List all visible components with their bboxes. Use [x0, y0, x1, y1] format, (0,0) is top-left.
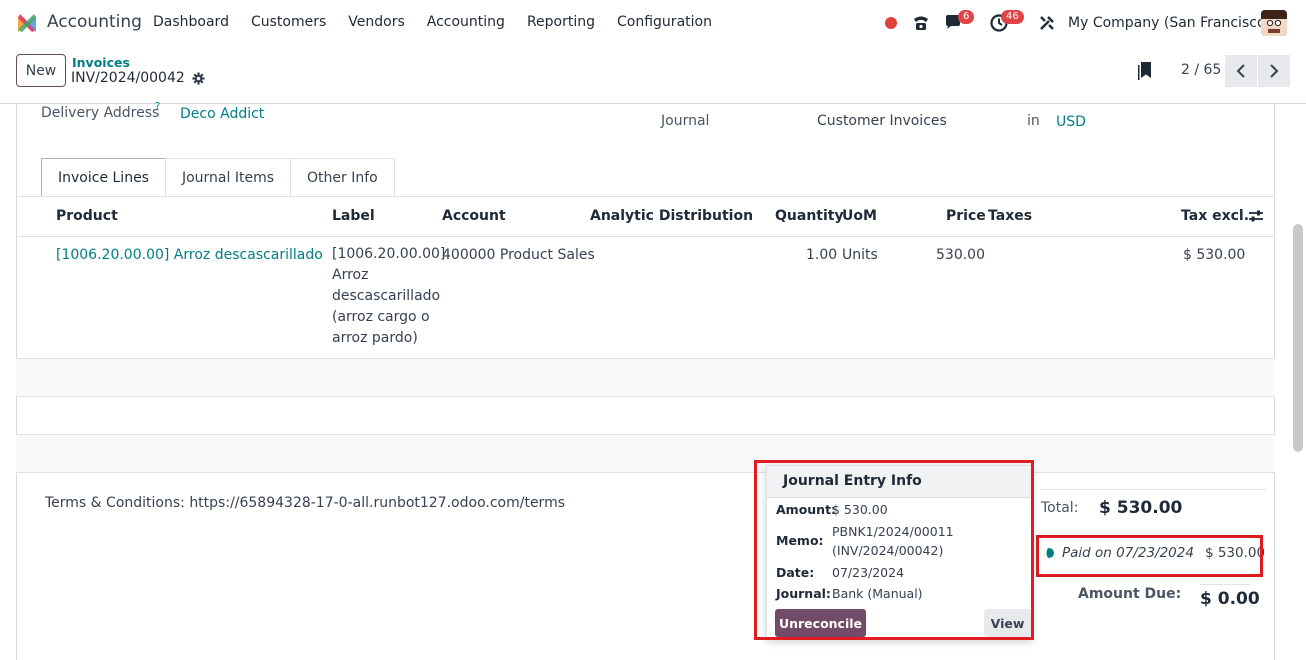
menu-customers[interactable]: Customers — [251, 14, 326, 30]
highlight-payment-box — [1036, 535, 1263, 577]
new-button[interactable]: New — [16, 54, 66, 87]
notebook-tabs: Invoice Lines Journal Items Other Info — [41, 158, 395, 197]
pager-previous-button[interactable] — [1225, 55, 1257, 87]
currency-value[interactable]: USD — [1056, 114, 1086, 130]
col-quantity[interactable]: Quantity — [775, 208, 844, 224]
empty-row — [16, 435, 1275, 472]
col-uom[interactable]: UoM — [842, 208, 877, 224]
row-label-line: arroz pardo) — [332, 330, 418, 346]
col-taxes[interactable]: Taxes — [988, 208, 1032, 224]
user-avatar[interactable] — [1261, 10, 1287, 36]
total-label: Total: — [1041, 500, 1079, 516]
messages-badge: 6 — [958, 10, 975, 24]
totals-top-border — [1040, 489, 1266, 490]
col-account[interactable]: Account — [442, 208, 506, 224]
breadcrumb-current: INV/2024/00042 — [71, 70, 205, 86]
pager-next-button[interactable] — [1258, 55, 1290, 87]
col-label[interactable]: Label — [332, 208, 375, 224]
amount-due-border — [1200, 584, 1250, 585]
amount-due-value: $ 0.00 — [1200, 589, 1260, 609]
delivery-address-value[interactable]: Deco Addict — [180, 106, 264, 122]
company-switcher[interactable]: My Company (San Francisco) — [1068, 15, 1271, 31]
row-border — [16, 396, 1275, 397]
col-tax-excl[interactable]: Tax excl. — [1181, 208, 1249, 224]
top-navbar: Accounting Dashboard Customers Vendors A… — [0, 0, 1306, 46]
row-uom[interactable]: Units — [842, 247, 878, 263]
col-product[interactable]: Product — [56, 208, 118, 224]
journal-label: Journal — [661, 113, 710, 129]
amount-due-label: Amount Due: — [1078, 586, 1182, 602]
bookmark-icon[interactable] — [1137, 61, 1153, 81]
menu-accounting[interactable]: Accounting — [427, 14, 505, 30]
breadcrumb-invoices[interactable]: Invoices — [72, 55, 130, 70]
total-value: $ 530.00 — [1099, 498, 1183, 518]
avatar-face-icon — [1261, 10, 1287, 36]
menu-vendors[interactable]: Vendors — [348, 14, 404, 30]
chevron-left-icon — [1236, 64, 1245, 78]
row-subtotal: $ 530.00 — [1183, 247, 1246, 263]
tools-icon[interactable] — [1038, 14, 1056, 32]
tab-journal-items[interactable]: Journal Items — [164, 158, 292, 197]
delivery-help-icon[interactable]: ? — [155, 101, 160, 112]
tab-other-info[interactable]: Other Info — [290, 158, 395, 197]
optional-columns-icon[interactable] — [1248, 209, 1264, 223]
header-row-border — [16, 236, 1275, 237]
empty-row — [16, 359, 1275, 396]
main-menu: Dashboard Customers Vendors Accounting R… — [153, 14, 734, 30]
app-name[interactable]: Accounting — [47, 12, 142, 32]
row-quantity[interactable]: 1.00 — [806, 247, 837, 263]
row-product[interactable]: [1006.20.00.00] Arroz descascarillado (a… — [56, 247, 328, 263]
terms-conditions[interactable]: Terms & Conditions: https://65894328-17-… — [45, 495, 565, 511]
accounting-app-icon[interactable] — [16, 12, 38, 34]
col-analytic[interactable]: Analytic Distribution — [590, 208, 753, 224]
row-label-line: Arroz — [332, 267, 369, 283]
menu-configuration[interactable]: Configuration — [617, 14, 712, 30]
activities-badge: 46 — [1001, 10, 1024, 24]
phone-icon[interactable] — [911, 13, 931, 33]
recording-dot-icon[interactable] — [885, 17, 897, 29]
row-label[interactable]: [1006.20.00.00] Arroz descascarillado (a… — [332, 244, 445, 349]
gear-icon[interactable] — [192, 71, 205, 85]
journal-in-text: in — [1027, 113, 1040, 129]
row-account[interactable]: 400000 Product Sales — [442, 247, 595, 263]
tabs-bottom-border — [16, 196, 1275, 197]
row-border — [16, 472, 1275, 473]
row-label-line: descascarillado — [332, 288, 441, 304]
scrollbar[interactable] — [1293, 224, 1303, 452]
menu-dashboard[interactable]: Dashboard — [153, 14, 229, 30]
menu-reporting[interactable]: Reporting — [527, 14, 595, 30]
highlight-popover-box — [754, 460, 1034, 640]
chevron-right-icon — [1270, 64, 1279, 78]
row-label-line: [1006.20.00.00] — [332, 246, 446, 262]
table-row[interactable]: [1006.20.00.00] Arroz descascarillado (a… — [56, 247, 328, 263]
journal-value[interactable]: Customer Invoices — [817, 113, 947, 129]
row-label-line: (arroz cargo o — [332, 309, 430, 325]
pager-value[interactable]: 2 / 65 — [1181, 62, 1221, 78]
delivery-address-label: Delivery Address — [41, 105, 160, 121]
record-name: INV/2024/00042 — [71, 70, 185, 86]
row-price[interactable]: 530.00 — [936, 247, 985, 263]
col-price[interactable]: Price — [946, 208, 986, 224]
tab-invoice-lines[interactable]: Invoice Lines — [41, 158, 166, 197]
